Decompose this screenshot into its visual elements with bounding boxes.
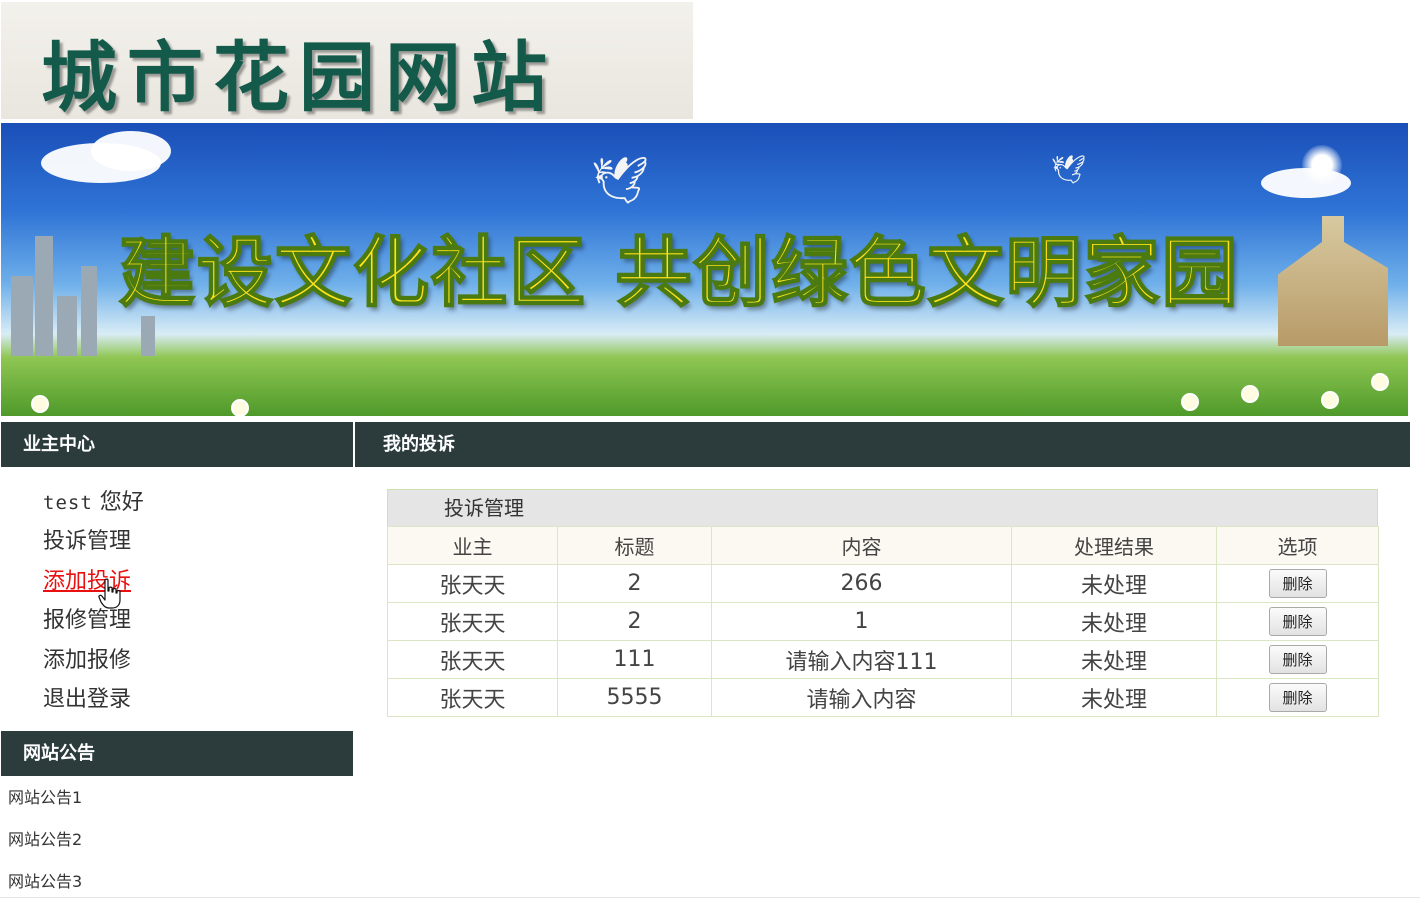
cell-options: 删除: [1216, 678, 1379, 717]
flower-decoration: [231, 399, 249, 416]
table-row: 张天天 2 266 未处理 删除: [387, 564, 1379, 603]
complaints-table: 业主 标题 内容 处理结果 选项 张天天 2 266 未处理 删除 张天天 2 …: [387, 526, 1379, 717]
table-row: 张天天 111 请输入内容111 未处理 删除: [387, 640, 1379, 679]
cell-content: 请输入内容: [711, 678, 1012, 717]
city-building-decoration: [11, 276, 33, 356]
complaints-panel: 投诉管理 业主 标题 内容 处理结果 选项 张天天 2 266 未处理 删除 张…: [387, 489, 1379, 717]
table-row: 张天天 2 1 未处理 删除: [387, 602, 1379, 641]
cell-title: 2: [557, 564, 712, 603]
city-building-decoration: [81, 266, 97, 356]
sidebar-item-repair-management[interactable]: 报修管理: [43, 601, 144, 640]
flower-decoration: [1321, 391, 1339, 409]
panel-title: 投诉管理: [387, 489, 1378, 526]
greeting-suffix: 您好: [92, 490, 144, 515]
cell-title: 111: [557, 640, 712, 679]
delete-button[interactable]: 删除: [1268, 607, 1327, 636]
cell-title: 5555: [557, 678, 712, 717]
castle-decoration: [1278, 216, 1388, 346]
delete-button[interactable]: 删除: [1268, 569, 1327, 598]
column-header-options: 选项: [1216, 526, 1379, 565]
city-building-decoration: [141, 316, 155, 356]
cell-options: 删除: [1216, 640, 1379, 679]
delete-button[interactable]: 删除: [1268, 645, 1327, 674]
hand-pointer-icon: [98, 578, 121, 609]
hero-banner: 🕊 🕊 建设文化社区 共创绿色文明家园: [1, 123, 1408, 416]
cell-content: 请输入内容111: [711, 640, 1012, 679]
cell-status: 未处理: [1011, 564, 1217, 603]
sidebar-item-add-complaint[interactable]: 添加投诉: [43, 562, 144, 601]
dove-decoration: 🕊: [591, 153, 650, 207]
cell-content: 266: [711, 564, 1012, 603]
sidebar-item-logout[interactable]: 退出登录: [43, 680, 144, 719]
column-header-content: 内容: [711, 526, 1012, 565]
sidebar-item-add-repair[interactable]: 添加报修: [43, 641, 144, 680]
cell-owner: 张天天: [387, 564, 558, 603]
city-building-decoration: [57, 296, 77, 356]
footer-divider: [0, 897, 1420, 898]
user-menu: test 您好 投诉管理 添加投诉 报修管理 添加报修 退出登录: [43, 483, 144, 719]
banner-slogan: 建设文化社区 共创绿色文明家园: [118, 227, 1240, 318]
table-row: 张天天 5555 请输入内容 未处理 删除: [387, 678, 1379, 717]
notice-item[interactable]: 网站公告1: [8, 780, 82, 822]
cell-owner: 张天天: [387, 602, 558, 641]
cell-owner: 张天天: [387, 640, 558, 679]
sun-decoration: [1302, 145, 1342, 185]
page-title: 我的投诉: [355, 422, 1410, 467]
site-logo-text: 城市花园网站: [41, 33, 557, 119]
flower-decoration: [31, 395, 49, 413]
notices-list: 网站公告1 网站公告2 网站公告3: [8, 780, 82, 906]
sidebar-item-complaint-management[interactable]: 投诉管理: [43, 522, 144, 561]
cell-content: 1: [711, 602, 1012, 641]
city-building-decoration: [35, 236, 53, 356]
delete-button[interactable]: 删除: [1268, 683, 1327, 712]
sidebar-title: 业主中心: [1, 422, 353, 467]
dove-decoration: 🕊: [1051, 153, 1087, 186]
flower-decoration: [1371, 373, 1389, 391]
flower-decoration: [1241, 385, 1259, 403]
site-logo: 城市花园网站: [1, 2, 693, 119]
greeting-username: test: [43, 492, 93, 514]
cell-status: 未处理: [1011, 602, 1217, 641]
cell-status: 未处理: [1011, 640, 1217, 679]
column-header-status: 处理结果: [1011, 526, 1217, 565]
cell-title: 2: [557, 602, 712, 641]
notice-item[interactable]: 网站公告2: [8, 822, 82, 864]
notices-title: 网站公告: [1, 731, 353, 776]
cell-options: 删除: [1216, 564, 1379, 603]
notice-item[interactable]: 网站公告3: [8, 864, 82, 906]
greeting: test 您好: [43, 483, 144, 522]
flower-decoration: [1181, 393, 1199, 411]
table-header-row: 业主 标题 内容 处理结果 选项: [387, 526, 1379, 565]
cell-options: 删除: [1216, 602, 1379, 641]
cloud-decoration: [91, 131, 171, 171]
cell-owner: 张天天: [387, 678, 558, 717]
column-header-owner: 业主: [387, 526, 558, 565]
cell-status: 未处理: [1011, 678, 1217, 717]
column-header-title: 标题: [557, 526, 712, 565]
